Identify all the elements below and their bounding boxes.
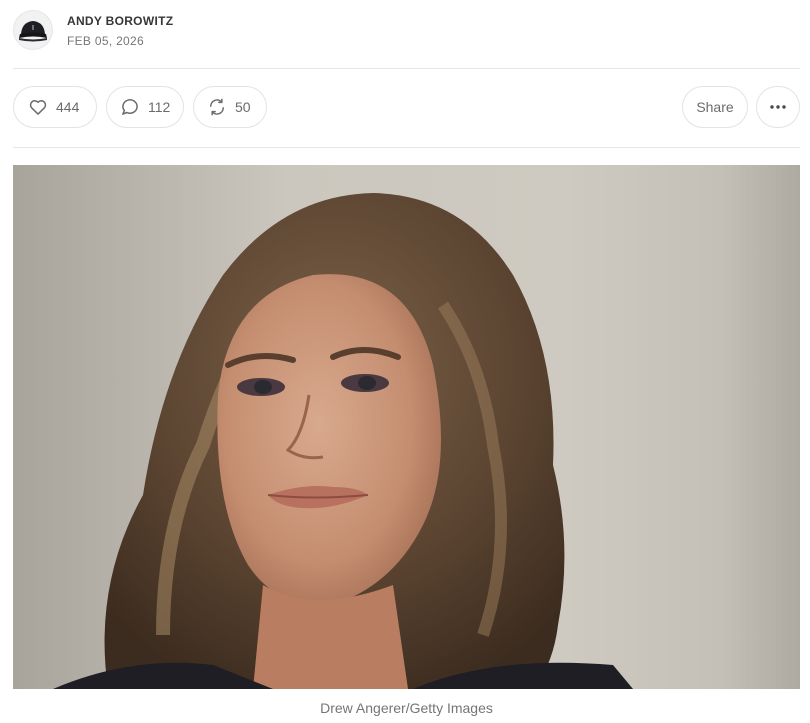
post-date: FEB 05, 2026 — [67, 33, 144, 48]
heart-icon — [28, 97, 48, 117]
image-caption: Drew Angerer/Getty Images — [320, 700, 493, 716]
post: ANDY BOROWITZ FEB 05, 2026 444 112 50 Sh… — [0, 0, 810, 723]
restack-icon — [207, 97, 227, 117]
author-name[interactable]: ANDY BOROWITZ — [67, 13, 173, 29]
divider-bottom — [13, 147, 800, 148]
more-options-button[interactable] — [756, 86, 800, 128]
comment-bubble-icon — [120, 97, 140, 117]
byline-text: ANDY BOROWITZ FEB 05, 2026 — [67, 13, 173, 48]
post-image[interactable] — [13, 165, 800, 689]
comment-count: 112 — [148, 99, 171, 115]
byline: ANDY BOROWITZ FEB 05, 2026 — [13, 10, 173, 50]
comment-button[interactable]: 112 — [106, 86, 184, 128]
restack-button[interactable]: 50 — [193, 86, 267, 128]
divider-top — [13, 68, 800, 69]
like-button[interactable]: 444 — [13, 86, 97, 128]
restack-count: 50 — [235, 99, 251, 115]
avatar[interactable] — [13, 10, 53, 50]
share-button[interactable]: Share — [682, 86, 748, 128]
ellipsis-icon — [769, 104, 787, 110]
share-label: Share — [696, 99, 734, 115]
like-count: 444 — [56, 99, 80, 115]
